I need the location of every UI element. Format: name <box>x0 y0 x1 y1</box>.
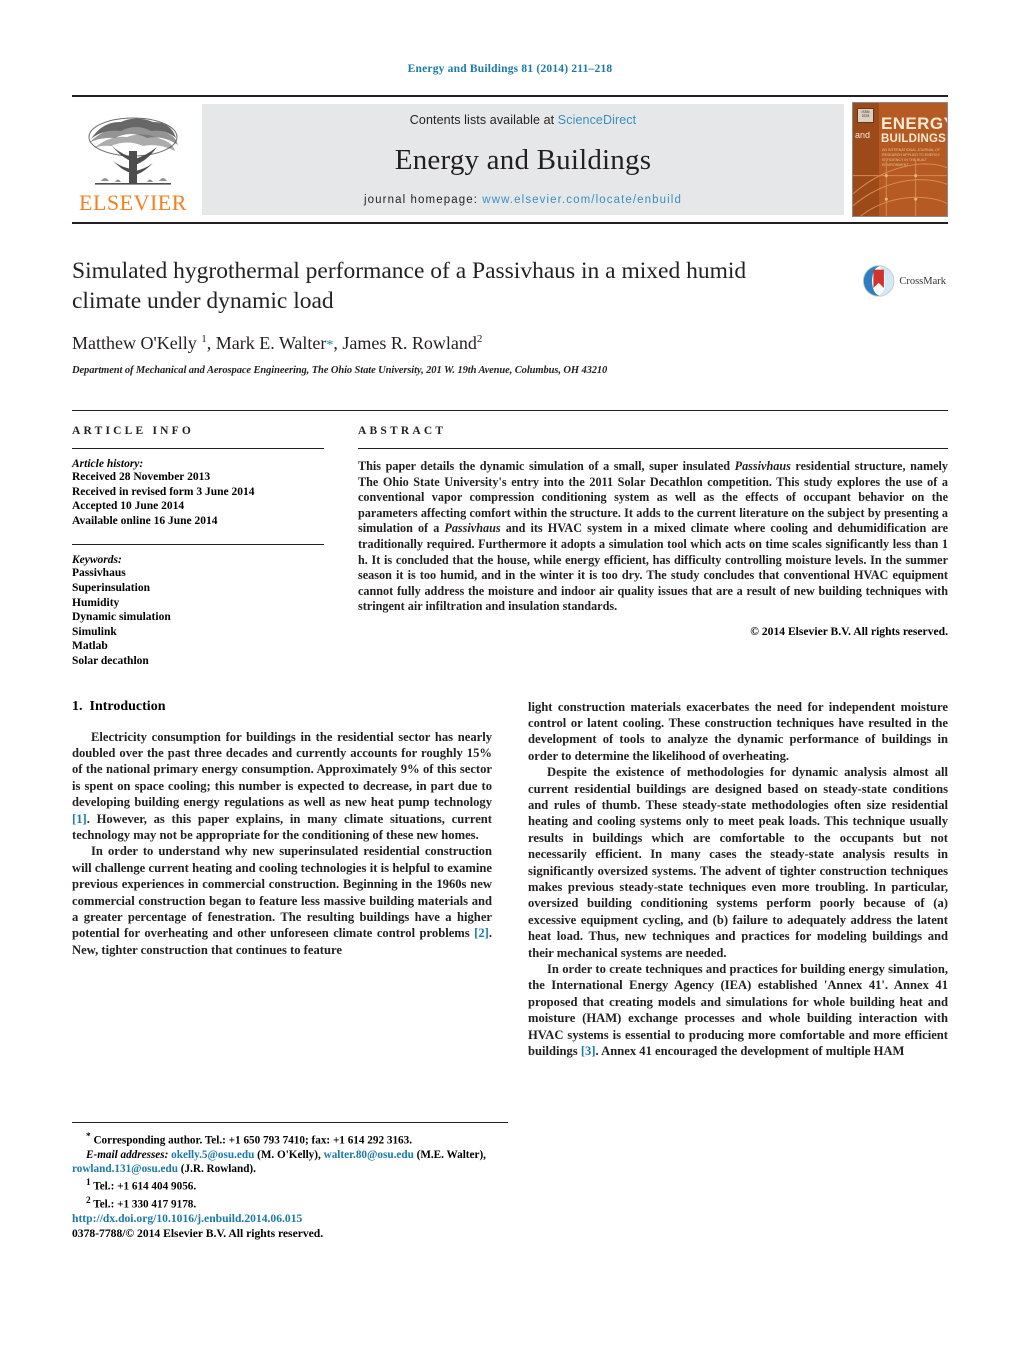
keyword-item: Superinsulation <box>72 581 150 594</box>
article-info-rule <box>72 448 324 449</box>
info-abstract-section: ARTICLE INFO Article history: Received 2… <box>72 410 948 669</box>
paragraph: light construction materials exacerbates… <box>528 699 948 763</box>
abstract-copyright: © 2014 Elsevier B.V. All rights reserved… <box>750 624 948 638</box>
paragraph: In order to understand why new superinsu… <box>72 844 492 957</box>
keywords-rule <box>72 544 324 546</box>
cover-artwork-icon <box>853 160 947 216</box>
author-list: Matthew O'Kelly 1, Mark E. Walter*, Jame… <box>72 333 483 353</box>
abstract-rule <box>358 448 948 449</box>
crossmark-badge[interactable]: CrossMark <box>862 258 946 304</box>
bottom-doi-block: http://dx.doi.org/10.1016/j.enbuild.2014… <box>72 1212 323 1241</box>
contents-prefix: Contents lists available at <box>409 113 558 127</box>
journal-homepage-link[interactable]: www.elsevier.com/locate/enbuild <box>482 194 682 206</box>
history-item: Received 28 November 2013 <box>72 471 211 483</box>
journal-center-box: Contents lists available at ScienceDirec… <box>202 104 844 215</box>
journal-header-band: ELSEVIER Contents lists available at Sci… <box>72 95 948 224</box>
article-info-column: ARTICLE INFO Article history: Received 2… <box>72 411 324 669</box>
footnotes-block: * Corresponding author. Tel.: +1 650 793… <box>72 1122 508 1212</box>
keyword-item: Matlab <box>72 640 108 653</box>
article-history-list: Received 28 November 2013 Received in re… <box>72 470 324 528</box>
body-columns: 1. Introduction Electricity consumption f… <box>72 699 948 1060</box>
keywords-list: Passivhaus Superinsulation Humidity Dyna… <box>72 566 324 668</box>
keyword-item: Dynamic simulation <box>72 611 171 624</box>
homepage-prefix: journal homepage: <box>364 194 483 206</box>
author-affiliation: Department of Mechanical and Aerospace E… <box>72 365 608 376</box>
keyword-item: Passivhaus <box>72 567 126 580</box>
cover-buildings-text: BUILDINGS <box>881 133 947 145</box>
cover-energy-text: ENERGY <box>881 114 948 133</box>
cover-and-text: and <box>855 130 871 140</box>
paper-title: Simulated hygrothermal performance of a … <box>72 258 747 314</box>
history-item: Available online 16 June 2014 <box>72 514 218 527</box>
section-heading-introduction: 1. Introduction <box>72 699 492 715</box>
keyword-item: Humidity <box>72 596 120 609</box>
body-left-column: 1. Introduction Electricity consumption f… <box>72 699 492 1060</box>
article-info-heading: ARTICLE INFO <box>72 425 195 437</box>
sciencedirect-link[interactable]: ScienceDirect <box>558 113 636 127</box>
section-number: 1. <box>72 698 83 714</box>
abstract-text: This paper details the dynamic simulatio… <box>358 459 949 614</box>
elsevier-logo: ELSEVIER <box>72 97 194 222</box>
history-item: Accepted 10 June 2014 <box>72 500 185 513</box>
abstract-heading: ABSTRACT <box>358 425 447 437</box>
running-head: Energy and Buildings 81 (2014) 211–218 <box>407 63 613 75</box>
cover-badge-icon: ISSN 0378 <box>857 108 874 123</box>
paper-page: Energy and Buildings 81 (2014) 211–218 E… <box>0 0 1020 1351</box>
article-history-title: Article history: <box>72 458 144 470</box>
doi-link[interactable]: http://dx.doi.org/10.1016/j.enbuild.2014… <box>72 1212 323 1227</box>
section-title: Introduction <box>89 698 166 714</box>
crossmark-label: CrossMark <box>899 275 946 287</box>
journal-cover-thumbnail: ISSN 0378 and ENERGY BUILDINGS AN INTERNA… <box>852 102 948 217</box>
body-right-column: light construction materials exacerbates… <box>528 699 948 1060</box>
journal-title: Energy and Buildings <box>394 144 652 176</box>
footnote-emails: E-mail addresses: okelly.5@osu.edu (M. O… <box>72 1148 486 1176</box>
abstract-column: ABSTRACT This paper details the dynamic … <box>358 411 948 669</box>
paragraph: In order to create techniques and practi… <box>528 962 948 1059</box>
elsevier-wordmark: ELSEVIER <box>79 190 187 215</box>
elsevier-tree-icon <box>88 117 178 185</box>
issn-copyright-line: 0378-7788/© 2014 Elsevier B.V. All right… <box>72 1226 324 1240</box>
title-block: Simulated hygrothermal performance of a … <box>72 256 948 376</box>
keyword-item: Simulink <box>72 625 117 638</box>
keyword-item: Solar decathlon <box>72 654 149 667</box>
footnote-tel-1: 1 Tel.: +1 614 404 9056. <box>86 1178 197 1194</box>
footnote-corresponding-author: * Corresponding author. Tel.: +1 650 793… <box>86 1132 413 1147</box>
journal-homepage-line: journal homepage: www.elsevier.com/locat… <box>364 194 682 206</box>
paragraph: Despite the existence of methodologies f… <box>528 765 948 960</box>
history-item: Received in revised form 3 June 2014 <box>72 485 255 498</box>
paragraph: Electricity consumption for buildings in… <box>72 729 492 842</box>
keywords-title: Keywords: <box>72 554 122 567</box>
footnote-tel-2: 2 Tel.: +1 330 417 9178. <box>86 1196 197 1212</box>
crossmark-logo-icon <box>862 265 895 297</box>
contents-available-line: Contents lists available at ScienceDirec… <box>410 113 636 127</box>
